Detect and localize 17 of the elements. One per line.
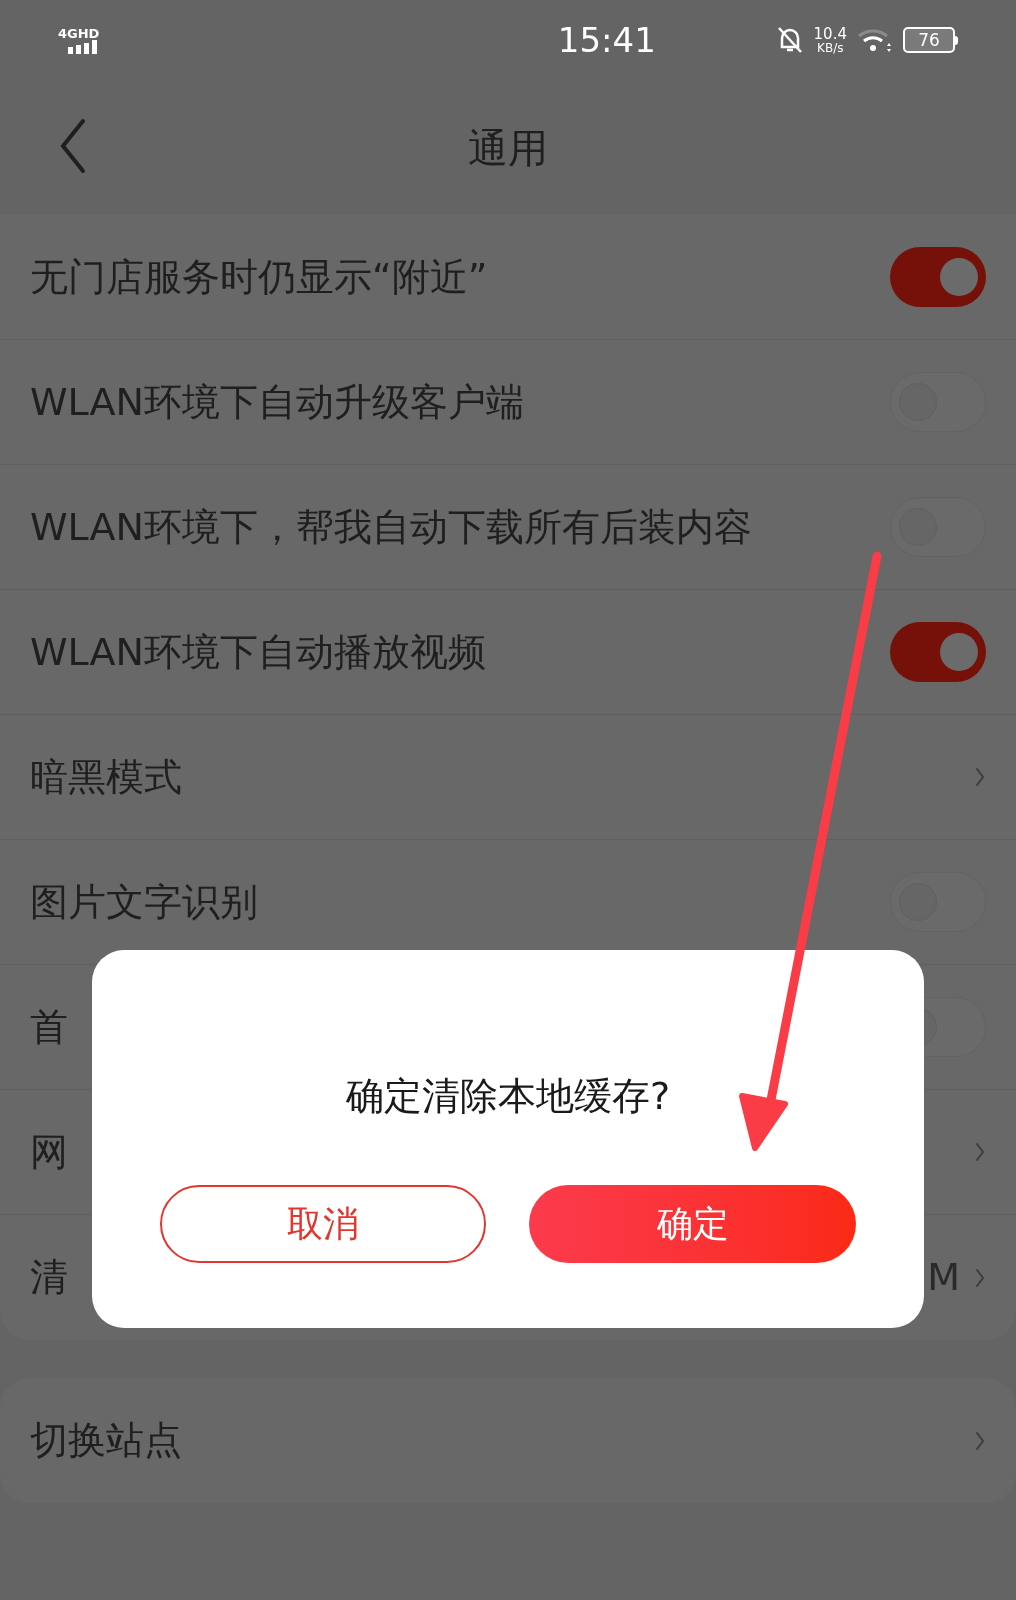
- setting-label: WLAN环境下，帮我自动下载所有后装内容: [30, 503, 753, 551]
- setting-label: 图片文字识别: [30, 878, 258, 926]
- setting-label: WLAN环境下自动播放视频: [30, 628, 487, 676]
- network-speed: 10.4: [813, 26, 847, 42]
- setting-label: 无门店服务时仍显示“附近”: [30, 253, 488, 301]
- status-time: 15:41: [557, 18, 656, 62]
- setting-label: 首: [30, 1003, 68, 1051]
- setting-label: 网: [30, 1128, 68, 1176]
- setting-label: 切换站点: [30, 1417, 182, 1464]
- dialog-message: 确定清除本地缓存?: [345, 1073, 671, 1120]
- setting-label: 清: [30, 1254, 68, 1301]
- setting-label: 暗黑模式: [30, 753, 182, 801]
- setting-value: M: [927, 1254, 960, 1301]
- battery-icon: 76: [903, 27, 958, 53]
- speed-unit: KB/s: [817, 41, 844, 54]
- page-title: 通用: [468, 123, 548, 173]
- setting-label: WLAN环境下自动升级客户端: [30, 378, 525, 426]
